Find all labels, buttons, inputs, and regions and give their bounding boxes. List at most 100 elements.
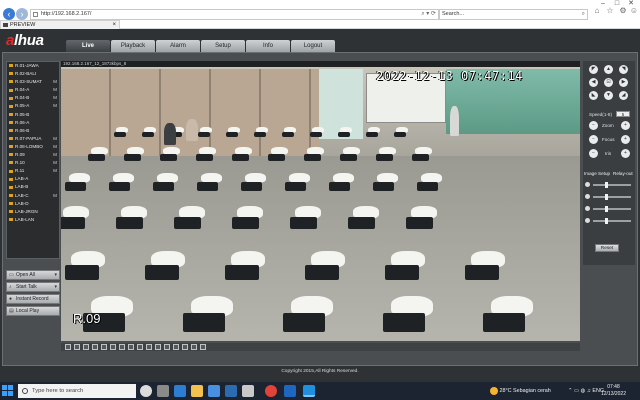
ptz-up-left-button[interactable]: ◤ xyxy=(589,65,598,74)
channel-item[interactable]: R.04-A M xyxy=(7,86,59,94)
layout-6-icon[interactable] xyxy=(83,344,89,350)
iris-open-button[interactable]: + xyxy=(621,149,630,158)
video-view[interactable]: 192.168.2.167_12_1873kbps_8 2022-12-13 0… xyxy=(61,61,580,341)
focus-near-button[interactable]: − xyxy=(589,135,598,144)
close-window-button[interactable]: ✕ xyxy=(624,0,638,8)
layout-9-icon[interactable] xyxy=(101,344,107,350)
tab-close-icon[interactable]: × xyxy=(112,21,116,29)
tab-setup[interactable]: Setup xyxy=(201,40,245,52)
record-icon[interactable] xyxy=(173,344,179,350)
layout-20-icon[interactable] xyxy=(128,344,134,350)
chevron-down-icon[interactable]: ▾ xyxy=(54,271,57,280)
tab-live[interactable]: Live xyxy=(66,40,110,52)
ptz-down-right-button[interactable]: ◢ xyxy=(619,91,628,100)
chrome-icon[interactable] xyxy=(265,385,277,397)
channel-item[interactable]: LAB-D xyxy=(7,200,59,208)
tab-playback[interactable]: Playback xyxy=(111,40,155,52)
start-talk-button[interactable]: ♪ Start Talk ▾ xyxy=(6,282,60,292)
channel-item[interactable]: R.09 M xyxy=(7,151,59,159)
zoom-icon[interactable] xyxy=(182,344,188,350)
channel-item[interactable]: R.03-SUMAT M xyxy=(7,78,59,86)
fullscreen-icon[interactable] xyxy=(155,344,161,350)
layout-4-icon[interactable] xyxy=(74,344,80,350)
reset-button[interactable]: Reset xyxy=(595,244,619,252)
weather-widget[interactable]: 28°C Sebagian cerah xyxy=(490,386,551,396)
channel-item[interactable]: R.01-JAWA xyxy=(7,62,59,70)
channel-item[interactable]: R.08-LOMBO M xyxy=(7,143,59,151)
saturation-slider[interactable] xyxy=(585,206,633,212)
ptz-left-button[interactable]: ◀ xyxy=(589,78,598,87)
audio-icon[interactable] xyxy=(191,344,197,350)
chair-seat xyxy=(417,181,439,192)
app-icon[interactable] xyxy=(242,385,254,397)
taskbar-clock[interactable]: 07:48 12/13/2022 xyxy=(601,384,626,398)
ptz-up-button[interactable]: ▲ xyxy=(604,65,613,74)
tab-info[interactable]: Info xyxy=(246,40,290,52)
forward-button[interactable]: › xyxy=(16,8,28,20)
tab-logout[interactable]: Logout xyxy=(291,40,335,52)
hue-icon xyxy=(585,218,590,223)
edge-icon[interactable] xyxy=(174,385,186,397)
tab-alarm[interactable]: Alarm xyxy=(156,40,200,52)
ptz-right-button[interactable]: ▶ xyxy=(619,78,628,87)
snapshot-icon[interactable] xyxy=(164,344,170,350)
store-icon[interactable] xyxy=(225,385,237,397)
channel-item[interactable]: R.02-BALI xyxy=(7,70,59,78)
channel-item[interactable]: LAB-B xyxy=(7,183,59,191)
browser-search-input[interactable]: Search... ⌕ xyxy=(438,9,588,20)
internet-explorer-icon[interactable] xyxy=(303,385,315,397)
layout-25-icon[interactable] xyxy=(137,344,143,350)
address-bar[interactable]: http://192.168.2.167/ ⌕ ▾ ⟳ xyxy=(30,9,440,20)
channel-item[interactable]: R.05-B xyxy=(7,111,59,119)
close-all-icon[interactable] xyxy=(200,344,206,350)
tab-relay-out[interactable]: Relay-out xyxy=(613,170,633,177)
ptz-down-left-button[interactable]: ◣ xyxy=(589,91,598,100)
tab-image-setup[interactable]: Image Setup xyxy=(584,170,610,177)
contrast-slider[interactable] xyxy=(585,194,633,200)
channel-item[interactable]: LAB-A xyxy=(7,175,59,183)
zoom-in-button[interactable]: + xyxy=(621,121,630,130)
tab-preview[interactable]: PREVIEW × xyxy=(0,20,120,29)
chevron-down-icon[interactable]: ▾ xyxy=(54,283,57,292)
layout-1-icon[interactable] xyxy=(65,344,71,350)
windows-start-button[interactable] xyxy=(2,385,14,397)
task-view-icon[interactable] xyxy=(157,385,169,397)
channel-item[interactable]: LAB-JRGN xyxy=(7,208,59,216)
channel-label: LAB-LAN xyxy=(15,216,35,222)
channel-item[interactable]: R.07-PAPUA M xyxy=(7,135,59,143)
focus-far-button[interactable]: + xyxy=(621,135,630,144)
channel-item[interactable]: R.05-A M xyxy=(7,102,59,110)
layout-16-icon[interactable] xyxy=(119,344,125,350)
ptz-center-button[interactable]: ⊡ xyxy=(604,78,613,87)
channel-item[interactable]: R.10 M xyxy=(7,159,59,167)
mail-icon[interactable] xyxy=(208,385,220,397)
layout-13-icon[interactable] xyxy=(110,344,116,350)
instant-record-button[interactable]: ● Instant Record xyxy=(6,294,60,304)
hue-slider[interactable] xyxy=(585,218,633,224)
channel-item[interactable]: R.11 M xyxy=(7,167,59,175)
channel-item[interactable]: R.06-B xyxy=(7,127,59,135)
back-button[interactable]: ‹ xyxy=(3,8,15,20)
channel-item[interactable]: R.06-A xyxy=(7,119,59,127)
iris-close-button[interactable]: − xyxy=(589,149,598,158)
layout-36-icon[interactable] xyxy=(146,344,152,350)
zoom-out-button[interactable]: − xyxy=(589,121,598,130)
ptz-down-button[interactable]: ▼ xyxy=(604,91,613,100)
taskbar-search-input[interactable]: Type here to search xyxy=(18,384,136,398)
maximize-button[interactable]: □ xyxy=(610,0,624,8)
cortana-icon[interactable] xyxy=(140,385,152,397)
refresh-icon[interactable]: ⌕ ▾ ⟳ xyxy=(421,10,436,19)
system-tray-icons[interactable]: ⌃ ▭ ◍ ♫ ENG xyxy=(568,386,604,396)
speed-select[interactable]: 5 xyxy=(616,111,630,117)
local-play-button[interactable]: ▤ Local Play xyxy=(6,306,60,316)
open-all-button[interactable]: ▭ Open All ▾ xyxy=(6,270,60,280)
minimize-button[interactable]: – xyxy=(596,0,610,8)
file-explorer-icon[interactable] xyxy=(191,385,203,397)
channel-item[interactable]: R.04-B M xyxy=(7,94,59,102)
word-icon[interactable] xyxy=(284,385,296,397)
channel-item[interactable]: LAB-LAN xyxy=(7,216,59,224)
ptz-up-right-button[interactable]: ◥ xyxy=(619,65,628,74)
layout-8-icon[interactable] xyxy=(92,344,98,350)
brightness-slider[interactable] xyxy=(585,182,633,188)
channel-item[interactable]: LAB-C M xyxy=(7,192,59,200)
